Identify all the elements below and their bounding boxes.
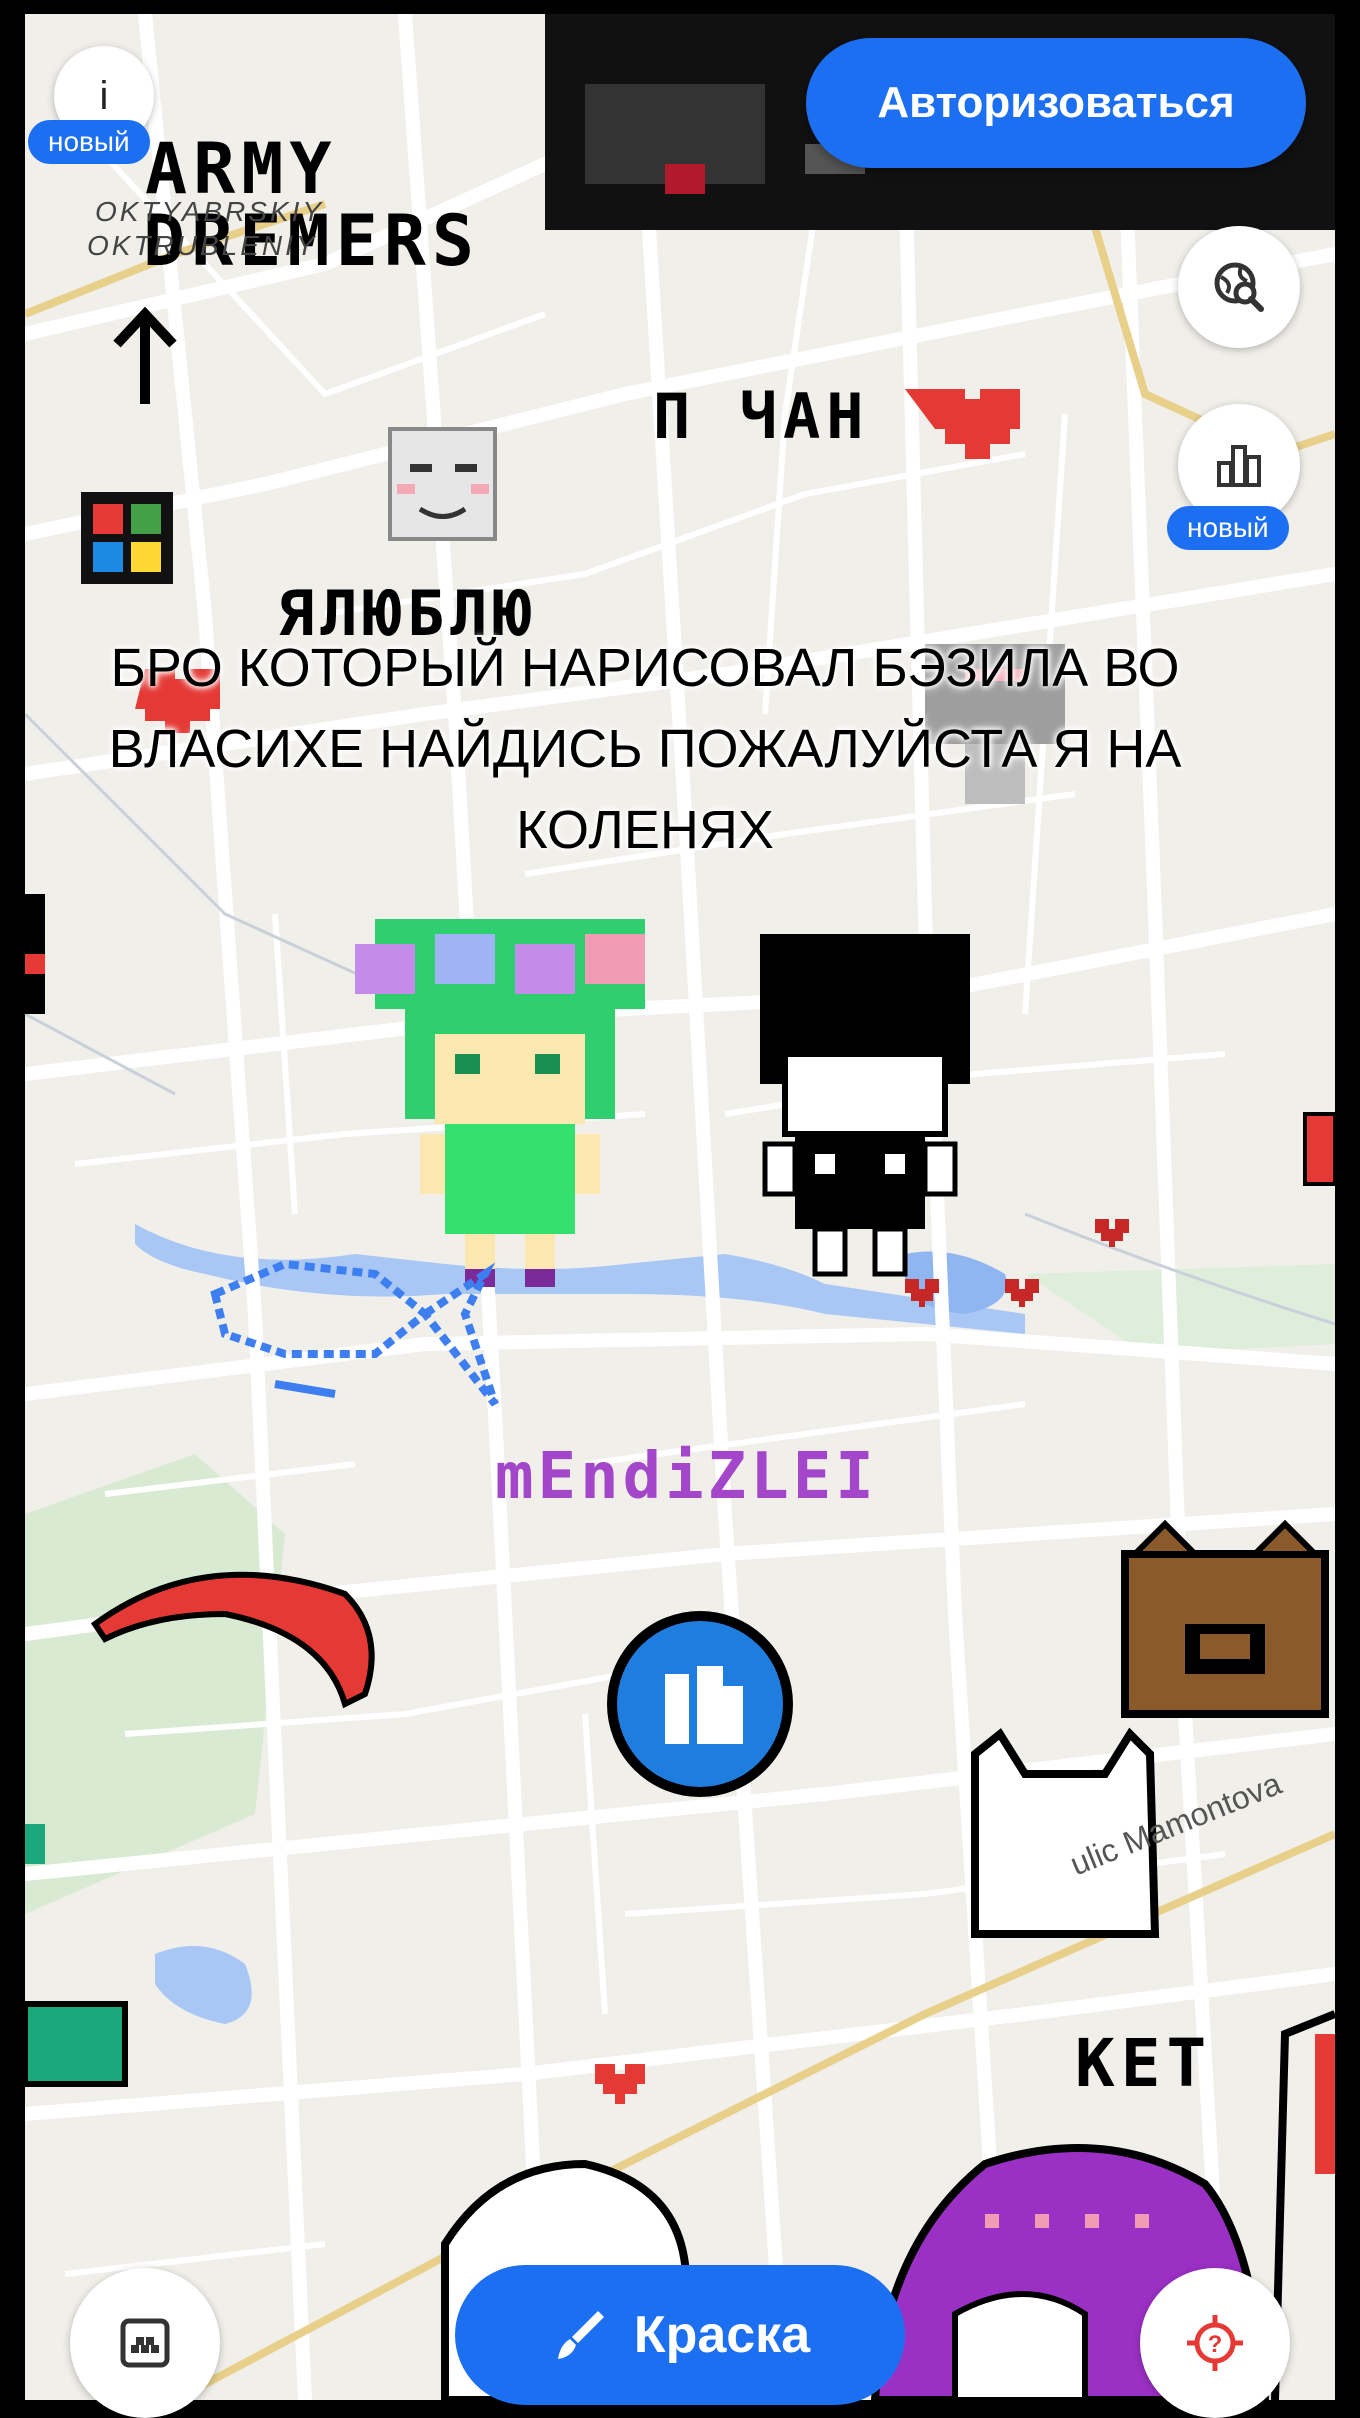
palette-button[interactable] (70, 2268, 220, 2418)
login-button-label: Авторизоваться (877, 78, 1235, 127)
paint-button-label: Краска (633, 2306, 811, 2364)
info-new-badge: новый (28, 120, 150, 164)
overlay-caption: БРО КОТОРЫЙ НАРИСОВАЛ БЭЗИЛА ВО ВЛАСИХЕ … (108, 638, 1182, 860)
search-map-button[interactable] (1178, 226, 1300, 348)
map-canvas[interactable]: ARMY DREMERS П ЧАН ЯЛЮБЛЮ mEndiZLEI KET … (25, 14, 1335, 2400)
paint-button[interactable]: Краска (455, 2265, 905, 2405)
pixel-text-mendizlei: mEndiZLEI (495, 1440, 878, 1514)
pixel-text-pchan: П ЧАН (653, 380, 870, 453)
locate-button[interactable]: ? (1140, 2268, 1290, 2418)
character-flower (355, 919, 645, 1287)
pixel-text-army: ARMY (145, 128, 338, 210)
pixel-grid-icon (120, 2318, 170, 2368)
brush-icon (557, 2311, 604, 2359)
map-label-district: OKTYABRSKIY (95, 196, 325, 227)
info-icon: i (99, 73, 109, 118)
svg-text:?: ? (1208, 2331, 1223, 2358)
map-label-district-2: OKTRUBLENIY (87, 230, 318, 261)
pixel-text-ket: KET (1075, 2025, 1213, 2102)
login-button[interactable]: Авторизоваться (806, 38, 1306, 168)
bar-chart-icon (1217, 445, 1261, 487)
crosshair-question-icon: ? (1187, 2315, 1243, 2371)
globe-search-icon (1214, 262, 1264, 312)
leaderboard-new-badge: новый (1167, 506, 1289, 550)
